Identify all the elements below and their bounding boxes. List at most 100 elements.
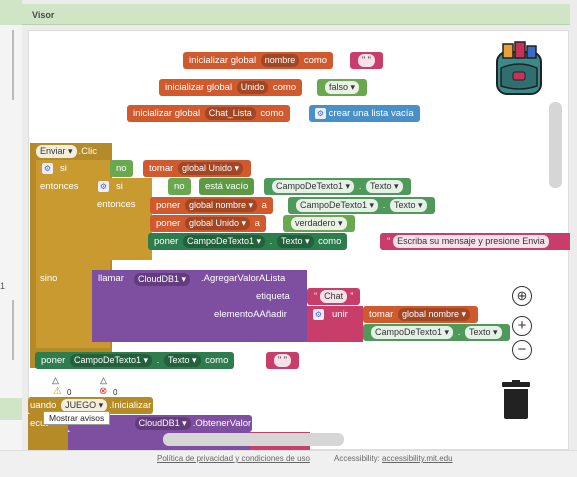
unir-label: unir [332,309,348,320]
footer: Política de privacidad y condiciones de … [0,450,577,477]
get-unido-block[interactable]: tomar global Unido ▾ [143,160,252,177]
gear-icon[interactable]: ⚙ [315,107,326,119]
textbox-text-getter[interactable]: CampoDeTexto1 ▾ . Texto ▾ [264,178,411,195]
false-block[interactable]: falso ▾ [317,79,368,96]
component-dropdown[interactable]: CloudDB1 ▾ [134,416,191,430]
empty-list-block[interactable]: ⚙ crear una lista vacía [309,105,420,122]
viewer-title: Visor [32,10,55,20]
component-dropdown[interactable]: CampoDeTexto1 ▾ [69,353,153,367]
string-value[interactable]: Escriba su mensaje y presione Envia [393,234,549,248]
show-warnings-tooltip[interactable]: Mostrar avisos [43,411,111,425]
is-empty-block[interactable]: está vacío [199,178,255,195]
set-nombre-block[interactable]: poner global nombre ▾ a [150,197,273,214]
component-dropdown[interactable]: Enviar ▾ [36,144,77,158]
empty-string-block[interactable]: " " [350,52,383,69]
poner-label: poner [156,218,181,229]
poner-label: poner [154,236,179,247]
property-dropdown[interactable]: Texto ▾ [465,325,502,339]
zoom-in-icon[interactable]: + [512,316,532,336]
message-string-block[interactable]: “Escriba su mensaje y presione Envia [380,233,570,250]
variable-dropdown[interactable]: global Unido ▾ [177,161,244,175]
error-icon: ⊗ [99,386,108,397]
privacy-link[interactable]: Política de privacidad y condiciones de … [157,454,310,463]
recenter-icon[interactable]: ⊕ [512,286,532,306]
property-dropdown[interactable]: Texto ▾ [390,198,427,212]
chat-string-block[interactable]: “Chat” [307,288,361,305]
left-header-edge [0,0,22,25]
variable-dropdown[interactable]: global nombre ▾ [397,307,471,321]
a-label: a [254,218,260,229]
horizontal-scrollbar[interactable] [163,433,344,446]
variable-name-field[interactable]: Unido [236,80,269,94]
variable-dropdown[interactable]: global Unido ▾ [184,216,251,230]
accessibility-text: Accessibility: accessibility.mit.edu [334,454,453,463]
property-dropdown[interactable]: Texto ▾ [276,234,314,248]
entonces-label: entonces [97,199,136,210]
boolean-dropdown[interactable]: falso ▾ [325,80,360,94]
set-textbox-text-block[interactable]: poner CampoDeTexto1 ▾ . Texto ▾ como [35,352,235,369]
left-scrollbar-lower[interactable] [12,300,14,360]
trash-icon[interactable] [502,380,530,420]
init-global-chat-block[interactable]: inicializar global Chat_Lista como [127,105,290,122]
backpack-icon[interactable] [489,38,549,98]
vertical-scrollbar[interactable] [549,102,562,188]
gear-icon[interactable]: ⚙ [42,163,53,174]
init-label: inicializar global [189,55,257,66]
textbox-text-getter[interactable]: CampoDeTexto1 ▾ . Texto ▾ [363,324,510,341]
accessibility-link[interactable]: accessibility.mit.edu [382,454,453,463]
gear-icon[interactable]: ⚙ [313,309,324,320]
como-label: como [303,55,328,66]
llamar-label: llamar [98,273,124,284]
component-dropdown[interactable]: CloudDB1 ▾ [134,273,191,286]
up-arrow-icon[interactable]: △ [100,375,107,386]
method-name: .ObtenerValor [192,418,252,429]
init-label: inicializar global [165,82,233,93]
is-empty-label: está vacío [205,181,249,192]
not-block[interactable]: no [110,160,133,177]
variable-name-field[interactable]: nombre [260,53,300,67]
component-dropdown[interactable]: CampoDeTexto1 ▾ [182,234,266,248]
not-block[interactable]: no [168,178,191,195]
zoom-out-icon[interactable]: − [512,340,532,360]
si-label: si [116,181,123,192]
not-label: no [174,181,185,192]
not-label: no [116,163,127,174]
poner-label: poner [156,200,181,211]
string-value[interactable]: " " [358,53,375,67]
up-arrow-icon[interactable]: △ [52,375,59,386]
como-label: como [272,82,297,93]
init-label: inicializar global [133,108,201,119]
init-global-unido-block[interactable]: inicializar global Unido como [159,79,303,96]
variable-name-field[interactable]: Chat_Lista [204,106,256,120]
event-name: .Clic [78,146,98,157]
cuando-label: uando [30,400,57,411]
tomar-label: tomar [369,309,394,320]
true-block[interactable]: verdadero ▾ [283,215,355,232]
string-value[interactable]: " " [274,353,291,367]
viewer-header: Visor [22,4,570,25]
property-dropdown[interactable]: Texto ▾ [163,353,201,367]
set-textbox-text-block[interactable]: poner CampoDeTexto1 ▾ . Texto ▾ como [148,233,348,250]
left-scrollbar[interactable] [12,30,14,100]
como-label: como [318,236,342,247]
get-nombre-block[interactable]: tomar global nombre ▾ [363,306,479,323]
string-value[interactable]: Chat [320,289,348,303]
set-unido-block[interactable]: poner global Unido ▾ a [150,215,266,232]
error-count: 0 [113,388,118,397]
left-panel-edge: 1 [0,0,22,477]
boolean-dropdown[interactable]: verdadero ▾ [291,216,347,230]
empty-string-block[interactable]: " " [266,352,299,369]
property-dropdown[interactable]: Texto ▾ [366,179,403,193]
textbox-text-getter[interactable]: CampoDeTexto1 ▾ . Texto ▾ [288,197,435,214]
variable-dropdown[interactable]: global nombre ▾ [184,198,258,212]
a-label: a [261,200,267,211]
component-dropdown[interactable]: CampoDeTexto1 ▾ [371,325,454,339]
component-dropdown[interactable]: CampoDeTexto1 ▾ [272,179,355,193]
warning-count: 0 [67,388,72,397]
left-lower-header-edge [0,398,22,420]
init-global-nombre-block[interactable]: inicializar global nombre como [183,52,334,69]
component-dropdown[interactable]: CampoDeTexto1 ▾ [296,198,379,212]
event-handler-header[interactable]: Enviar ▾ .Clic [30,143,102,160]
poner-label: poner [41,355,66,366]
gear-icon[interactable]: ⚙ [98,181,109,192]
